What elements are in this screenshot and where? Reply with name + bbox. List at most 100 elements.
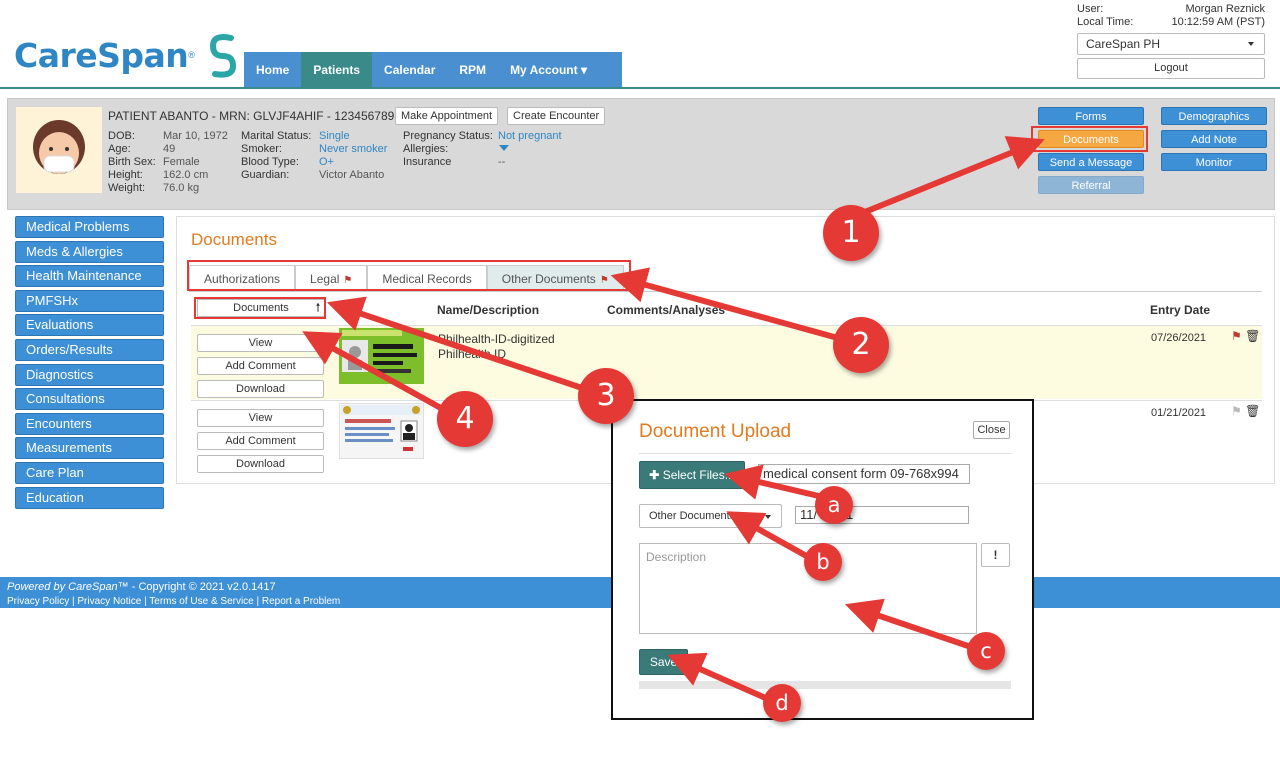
view-button[interactable]: View (197, 334, 324, 352)
patient-avatar-icon (33, 120, 85, 174)
age-label: Age: (108, 143, 131, 155)
patient-title: PATIENT ABANTO - MRN: GLVJF4AHIF - 12345… (108, 109, 408, 123)
documents-title: Documents (191, 230, 277, 249)
footer-powered: Powered by CareSpan™ - Copyright © 2021 … (7, 581, 276, 593)
nav-calendar[interactable]: Calendar (372, 52, 447, 88)
main-nav: Home Patients Calendar RPM My Account ▾ (244, 52, 622, 88)
insurance-label: Insurance (403, 156, 452, 168)
marital-status-value[interactable]: Single (319, 130, 350, 143)
allergies-label: Allergies: (403, 143, 449, 155)
modal-divider (639, 453, 1011, 454)
insurance-value: -- (498, 156, 506, 168)
annotation-badge-2: 2 (833, 317, 889, 373)
nav-patients[interactable]: Patients (301, 52, 373, 88)
modal-footer-bar (639, 681, 1011, 689)
patient-avatar (16, 107, 102, 193)
sort-highlight (194, 297, 326, 319)
document-flag-icon[interactable]: ⚑ (1231, 329, 1242, 343)
height-label: Height: (108, 169, 143, 181)
tabs-highlight (187, 260, 631, 291)
sidebar-item-consultations[interactable]: Consultations (15, 388, 164, 411)
row-actions: ⚑ 🗑 (1231, 404, 1260, 418)
exclamation-button[interactable]: ! (981, 543, 1010, 567)
select-files-button[interactable]: ✚ Select Files... (639, 461, 745, 489)
monitor-button[interactable]: Monitor (1161, 153, 1267, 171)
smoker-value[interactable]: Never smoker (319, 143, 387, 156)
weight-label: Weight: (108, 182, 146, 194)
patient-banner: PATIENT ABANTO - MRN: GLVJF4AHIF - 12345… (7, 98, 1275, 210)
sidebar-item-measurements[interactable]: Measurements (15, 437, 164, 460)
pregnancy-status-value[interactable]: Not pregnant (498, 130, 562, 143)
sidebar-item-evaluations[interactable]: Evaluations (15, 314, 164, 337)
annotation-badge-d: d (763, 684, 801, 722)
sidebar-item-health-maintenance[interactable]: Health Maintenance (15, 265, 164, 288)
allergies-dropdown-icon[interactable] (499, 145, 509, 151)
trash-icon[interactable]: 🗑 (1245, 329, 1260, 343)
blood-type-label: Blood Type: (241, 156, 299, 168)
download-button[interactable]: Download (197, 455, 324, 473)
logout-button[interactable]: Logout (1077, 58, 1265, 79)
chevron-down-icon (1248, 42, 1254, 46)
carespan-logo[interactable]: CareSpan ® (14, 30, 239, 80)
download-button[interactable]: Download (197, 380, 324, 398)
close-button[interactable]: Close (973, 421, 1010, 439)
document-thumbnail[interactable] (338, 402, 425, 460)
save-button[interactable]: Save (639, 649, 688, 675)
annotation-badge-c: c (967, 632, 1005, 670)
footer-links[interactable]: Privacy Policy | Privacy Notice | Terms … (7, 596, 340, 607)
age-value: 49 (163, 143, 176, 155)
table-row: View Add Comment Download Philhealth-ID-… (191, 325, 1262, 399)
add-comment-button[interactable]: Add Comment (197, 432, 324, 450)
header-divider (0, 87, 1280, 89)
nav-my-account[interactable]: My Account ▾ (498, 52, 599, 88)
birth-sex-label: Birth Sex: (108, 156, 156, 168)
referral-button[interactable]: Referral (1038, 176, 1144, 194)
plus-icon: ✚ (649, 468, 660, 482)
documents-highlight (1031, 126, 1148, 152)
annotation-badge-a: a (815, 486, 853, 524)
sidebar-item-diagnostics[interactable]: Diagnostics (15, 363, 164, 386)
send-message-button[interactable]: Send a Message (1038, 153, 1144, 171)
add-comment-button[interactable]: Add Comment (197, 357, 324, 375)
guardian-label: Guardian: (241, 169, 290, 181)
marital-status-label: Marital Status: (241, 130, 312, 142)
sidebar-item-pmfshx[interactable]: PMFSHx (15, 289, 164, 312)
create-encounter-button[interactable]: Create Encounter (507, 107, 606, 125)
row-actions: ⚑ 🗑 (1231, 329, 1260, 343)
document-flag-icon[interactable]: ⚑ (1231, 404, 1242, 418)
sidebar-item-orders-results[interactable]: Orders/Results (15, 338, 164, 361)
dob-label: DOB: (108, 130, 135, 142)
weight-value: 76.0 kg (163, 182, 200, 194)
sidebar-item-meds-allergies[interactable]: Meds & Allergies (15, 240, 164, 263)
sidebar-item-medical-problems[interactable]: Medical Problems (15, 216, 164, 238)
trash-icon[interactable]: 🗑 (1245, 404, 1260, 418)
header-comments-analyses: Comments/Analyses (607, 303, 726, 317)
demographics-button[interactable]: Demographics (1161, 107, 1267, 125)
user-info: User: Morgan Reznick Local Time: 10:12:59 … (1077, 3, 1265, 29)
sidebar-item-encounters[interactable]: Encounters (15, 412, 164, 435)
blood-type-value[interactable]: O+ (319, 156, 334, 169)
chevron-down-icon (765, 515, 771, 519)
organization-select[interactable]: CareSpan PH (1077, 33, 1265, 55)
annotation-badge-1: 1 (823, 205, 879, 261)
nav-rpm[interactable]: RPM (447, 52, 498, 88)
select-files-label: Select Files... (662, 468, 735, 482)
document-type-select[interactable]: Other Documents (639, 504, 782, 528)
make-appointment-button[interactable]: Make Appointment (395, 107, 499, 125)
nav-home[interactable]: Home (244, 52, 301, 88)
tabs-divider (189, 291, 1262, 292)
local-time-label: Local Time: (1077, 16, 1134, 28)
add-note-button[interactable]: Add Note (1161, 130, 1267, 148)
forms-button[interactable]: Forms (1038, 107, 1144, 125)
sidebar-item-education[interactable]: Education (15, 486, 164, 509)
document-thumbnail[interactable] (339, 328, 424, 384)
user-label: User: (1077, 3, 1104, 15)
sidebar-item-care-plan[interactable]: Care Plan (15, 461, 164, 484)
logo-text: CareSpan (14, 35, 189, 75)
view-button[interactable]: View (197, 409, 324, 427)
modal-title: Document Upload (639, 421, 792, 442)
document-name: Philhealth-ID-digitized (438, 332, 555, 346)
guardian-value: Victor Abanto (319, 169, 385, 181)
file-name-field[interactable]: medical consent form 09-768x994 (758, 464, 970, 484)
header-name-description: Name/Description (437, 303, 540, 317)
